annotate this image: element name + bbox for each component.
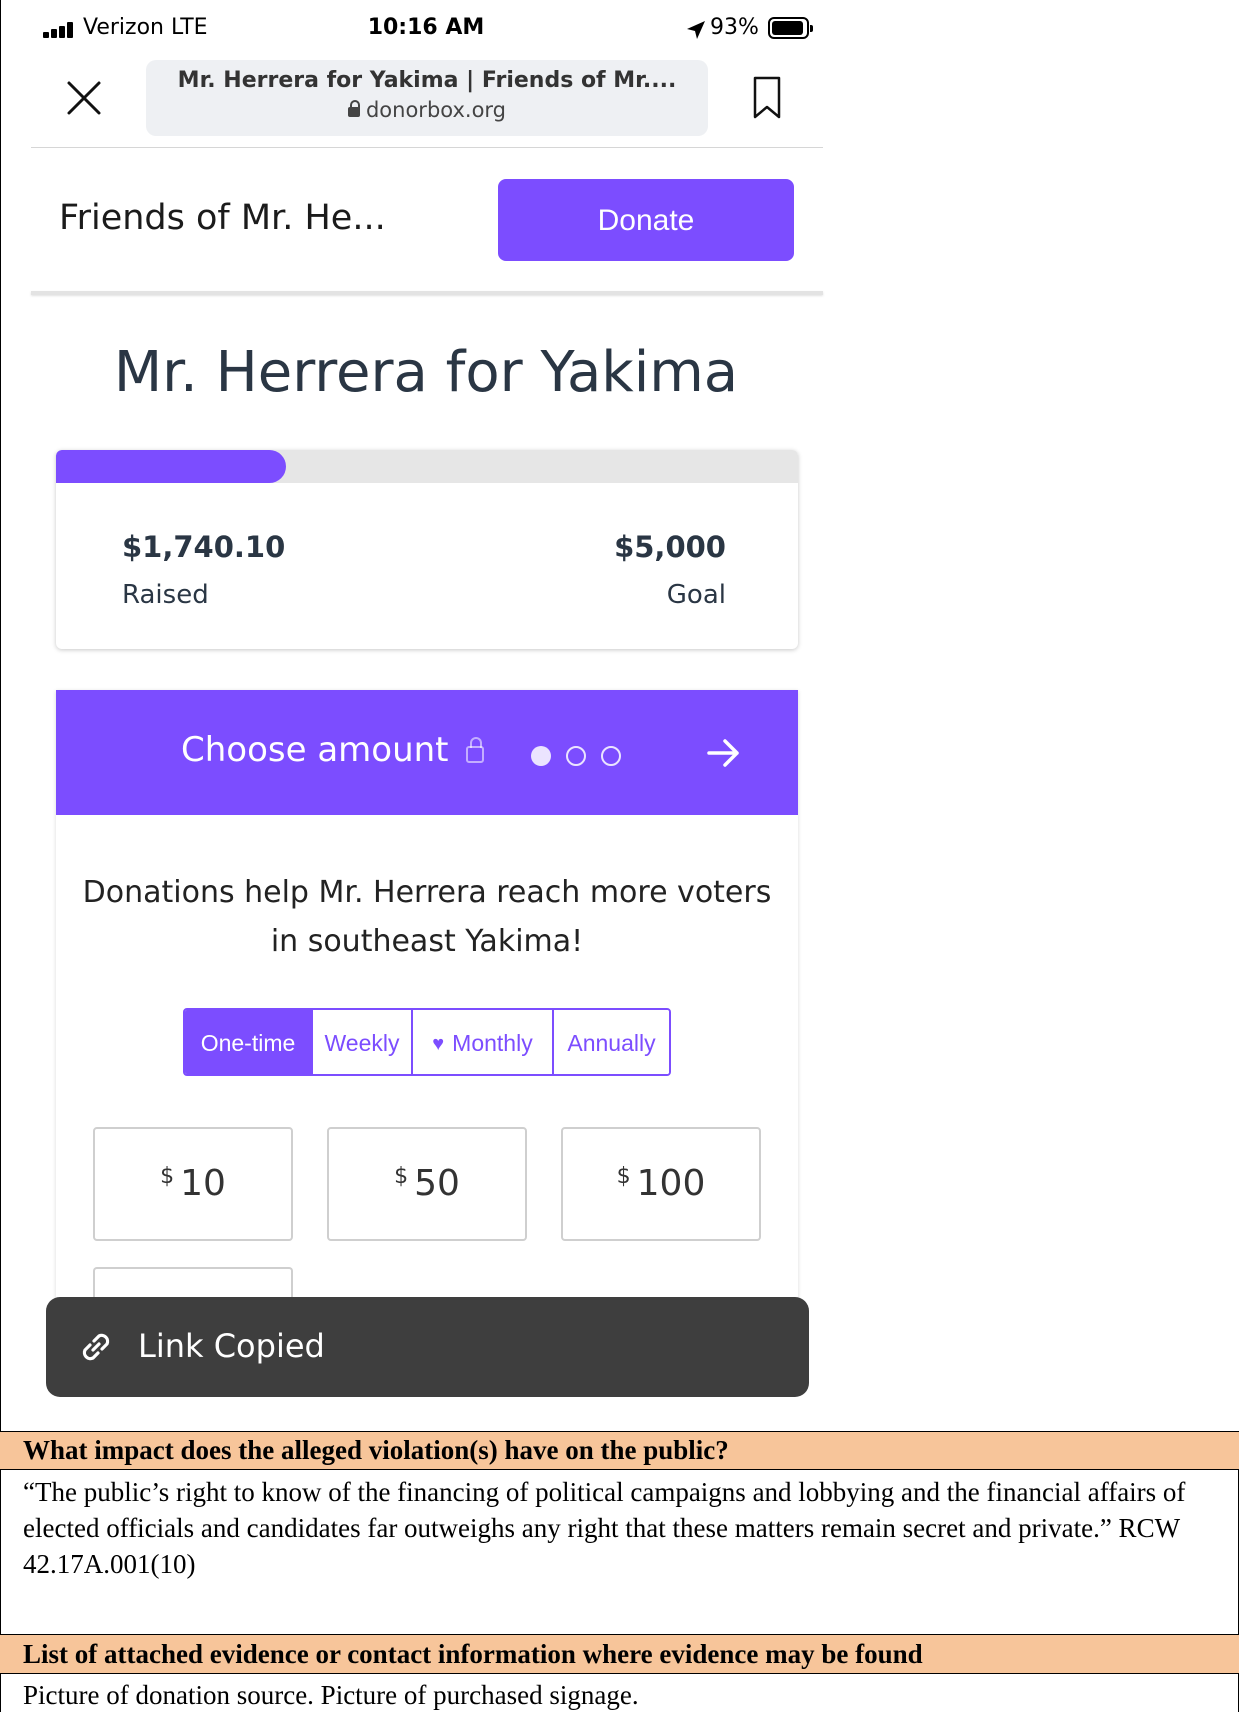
- amount-option[interactable]: $100: [561, 1127, 761, 1241]
- link-icon: [82, 1333, 110, 1361]
- bookmark-icon[interactable]: [752, 76, 782, 120]
- currency-symbol: $: [160, 1164, 175, 1189]
- toast-text: Link Copied: [138, 1327, 325, 1365]
- frequency-one-time[interactable]: One-time: [185, 1010, 311, 1074]
- url-domain: donorbox.org: [365, 98, 507, 122]
- close-icon[interactable]: [66, 80, 102, 116]
- page-title: Mr. Herrera for Yakima | Friends of Mr..…: [177, 68, 677, 93]
- table-rule: [0, 1673, 1239, 1674]
- currency-symbol: $: [616, 1164, 631, 1189]
- form-step-header: Choose amount: [56, 690, 798, 815]
- phone-screenshot: Verizon LTE 10:16 AM 93% Mr. Herrera for…: [1, 0, 1239, 1431]
- donation-form: Choose amount Donations help Mr. Herrera…: [56, 690, 798, 1310]
- site-name: Friends of Mr. He...: [59, 198, 386, 238]
- raised-amount: $1,740.10: [122, 530, 286, 564]
- impact-text: “The public’s right to know of the finan…: [23, 1477, 1186, 1579]
- step-dot-3: [601, 746, 621, 766]
- lock-icon: [347, 100, 360, 117]
- progress-fill: [56, 450, 287, 483]
- table-rule: [0, 1469, 1239, 1470]
- evidence-heading: List of attached evidence or contact inf…: [0, 1635, 1239, 1673]
- amount-option[interactable]: $50: [327, 1127, 527, 1241]
- step-label: Choose amount: [181, 730, 449, 770]
- campaign-title: Mr. Herrera for Yakima: [113, 340, 739, 405]
- evidence-text: Picture of donation source. Picture of p…: [23, 1680, 639, 1710]
- raised-label: Raised: [122, 580, 209, 610]
- impact-heading: What impact does the alleged violation(s…: [0, 1432, 1239, 1469]
- address-bar[interactable]: Mr. Herrera for Yakima | Friends of Mr..…: [146, 60, 708, 136]
- frequency-weekly[interactable]: Weekly: [311, 1010, 411, 1074]
- frequency-monthly[interactable]: ♥ Monthly: [411, 1010, 552, 1074]
- goal-label: Goal: [666, 580, 726, 610]
- step-dot-1: [531, 746, 551, 766]
- amount-value: 100: [636, 1163, 706, 1204]
- frequency-monthly-label: Monthly: [452, 1030, 533, 1056]
- currency-symbol: $: [394, 1164, 409, 1189]
- browser-divider: [31, 147, 823, 148]
- header-divider: [31, 291, 823, 295]
- progress-bar: [56, 450, 798, 483]
- lock-icon: [466, 737, 484, 763]
- frequency-selector: One-time Weekly ♥ Monthly Annually: [183, 1008, 671, 1076]
- link-copied-toast: Link Copied: [46, 1297, 809, 1397]
- arrow-right-icon[interactable]: [706, 736, 742, 770]
- battery-icon: [768, 17, 813, 39]
- progress-card: $1,740.10 Raised $5,000 Goal: [56, 450, 798, 649]
- form-message: Donations help Mr. Herrera reach more vo…: [82, 875, 772, 959]
- amount-option[interactable]: $10: [93, 1127, 293, 1241]
- amount-value: 10: [180, 1163, 226, 1204]
- url-domain-line: donorbox.org: [146, 98, 708, 122]
- goal-amount: $5,000: [614, 530, 726, 564]
- amount-value: 50: [414, 1163, 460, 1204]
- location-arrow-icon: [687, 21, 705, 39]
- step-dot-2: [566, 746, 586, 766]
- status-bar: Verizon LTE 10:16 AM 93%: [1, 0, 829, 58]
- frequency-annually[interactable]: Annually: [552, 1010, 669, 1074]
- donate-button[interactable]: Donate: [498, 179, 794, 261]
- battery-percent: 93%: [710, 15, 759, 40]
- heart-icon: ♥: [432, 1033, 445, 1055]
